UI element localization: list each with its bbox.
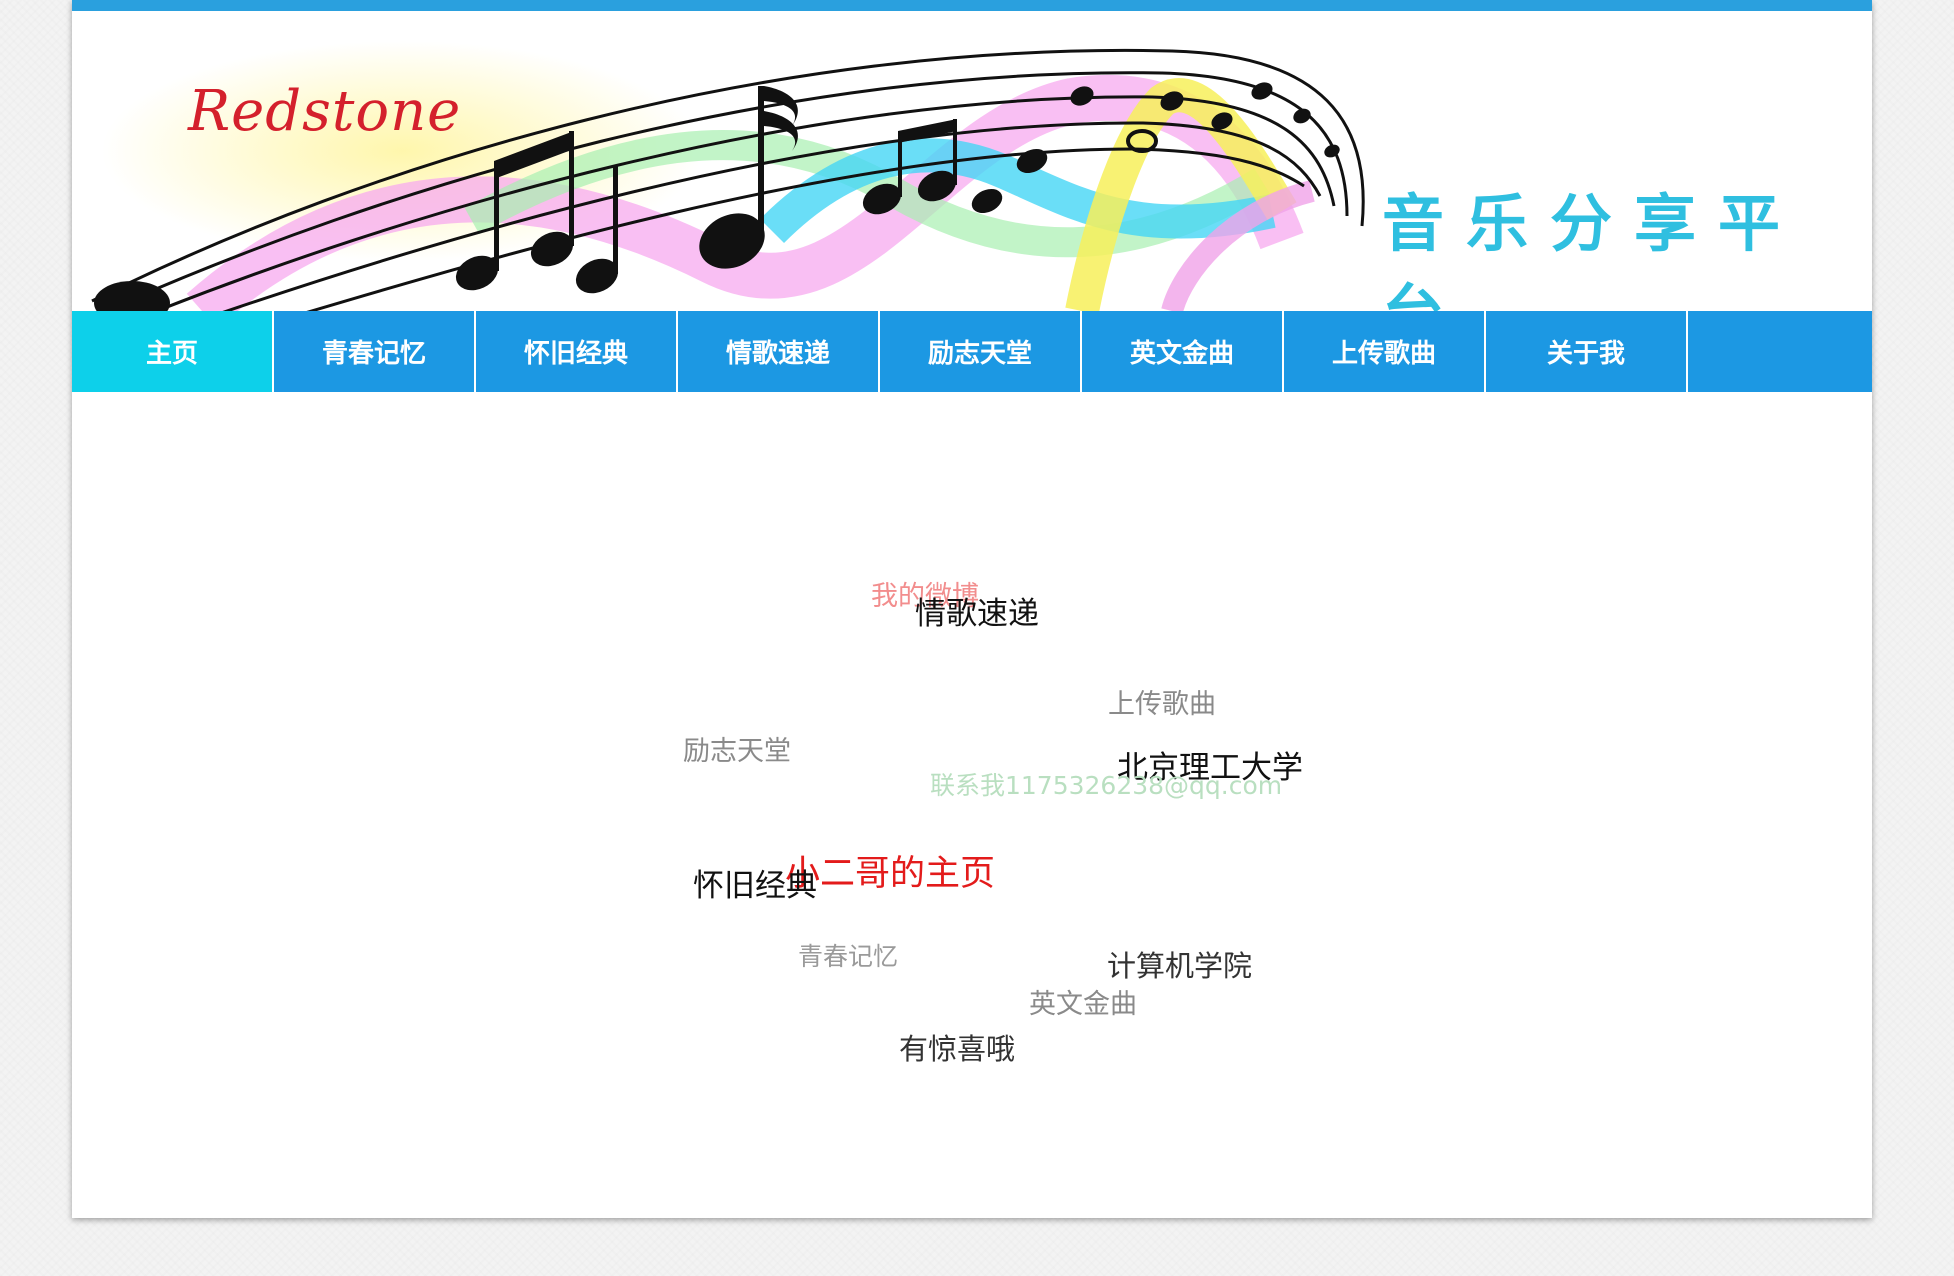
tag-love-songs[interactable]: 情歌速递	[915, 588, 1039, 633]
tag-cloud: 我的微博 情歌速递 上传歌曲 励志天堂 北京理工大学 联系我1175326238…	[72, 392, 1872, 1218]
nav-item-love-songs[interactable]: 情歌速递	[678, 311, 880, 392]
nav-item-inspirational[interactable]: 励志天堂	[880, 311, 1082, 392]
site-slogan: 音乐分享平台	[1382, 187, 1803, 311]
nav-item-youth-memories[interactable]: 青春记忆	[274, 311, 476, 392]
tag-computer-college[interactable]: 计算机学院	[1107, 943, 1252, 985]
tag-youth-memories[interactable]: 青春记忆	[798, 937, 898, 973]
tag-inspirational[interactable]: 励志天堂	[683, 729, 791, 768]
brand-logo: Redstone	[188, 79, 462, 144]
nav-item-about-me[interactable]: 关于我	[1486, 311, 1688, 392]
tag-upload-song[interactable]: 上传歌曲	[1108, 682, 1216, 721]
tag-surprise[interactable]: 有惊喜哦	[899, 1026, 1015, 1068]
nav-item-upload-song[interactable]: 上传歌曲	[1284, 311, 1486, 392]
tag-nostalgic-classics[interactable]: 怀旧经典	[693, 860, 817, 905]
top-strip	[72, 0, 1872, 11]
page-container: Redstone 音乐分享平台 主页 青春记忆 怀旧经典 情歌速递 励志天堂 英…	[72, 0, 1872, 1218]
header-banner: Redstone 音乐分享平台	[72, 11, 1872, 311]
nav-item-nostalgic-classics[interactable]: 怀旧经典	[476, 311, 678, 392]
nav-item-home[interactable]: 主页	[72, 311, 274, 392]
nav-item-english-hits[interactable]: 英文金曲	[1082, 311, 1284, 392]
tag-contact-email[interactable]: 联系我1175326238@qq.com	[930, 766, 1282, 802]
main-nav: 主页 青春记忆 怀旧经典 情歌速递 励志天堂 英文金曲 上传歌曲 关于我	[72, 311, 1872, 392]
tag-english-hits[interactable]: 英文金曲	[1029, 982, 1137, 1021]
